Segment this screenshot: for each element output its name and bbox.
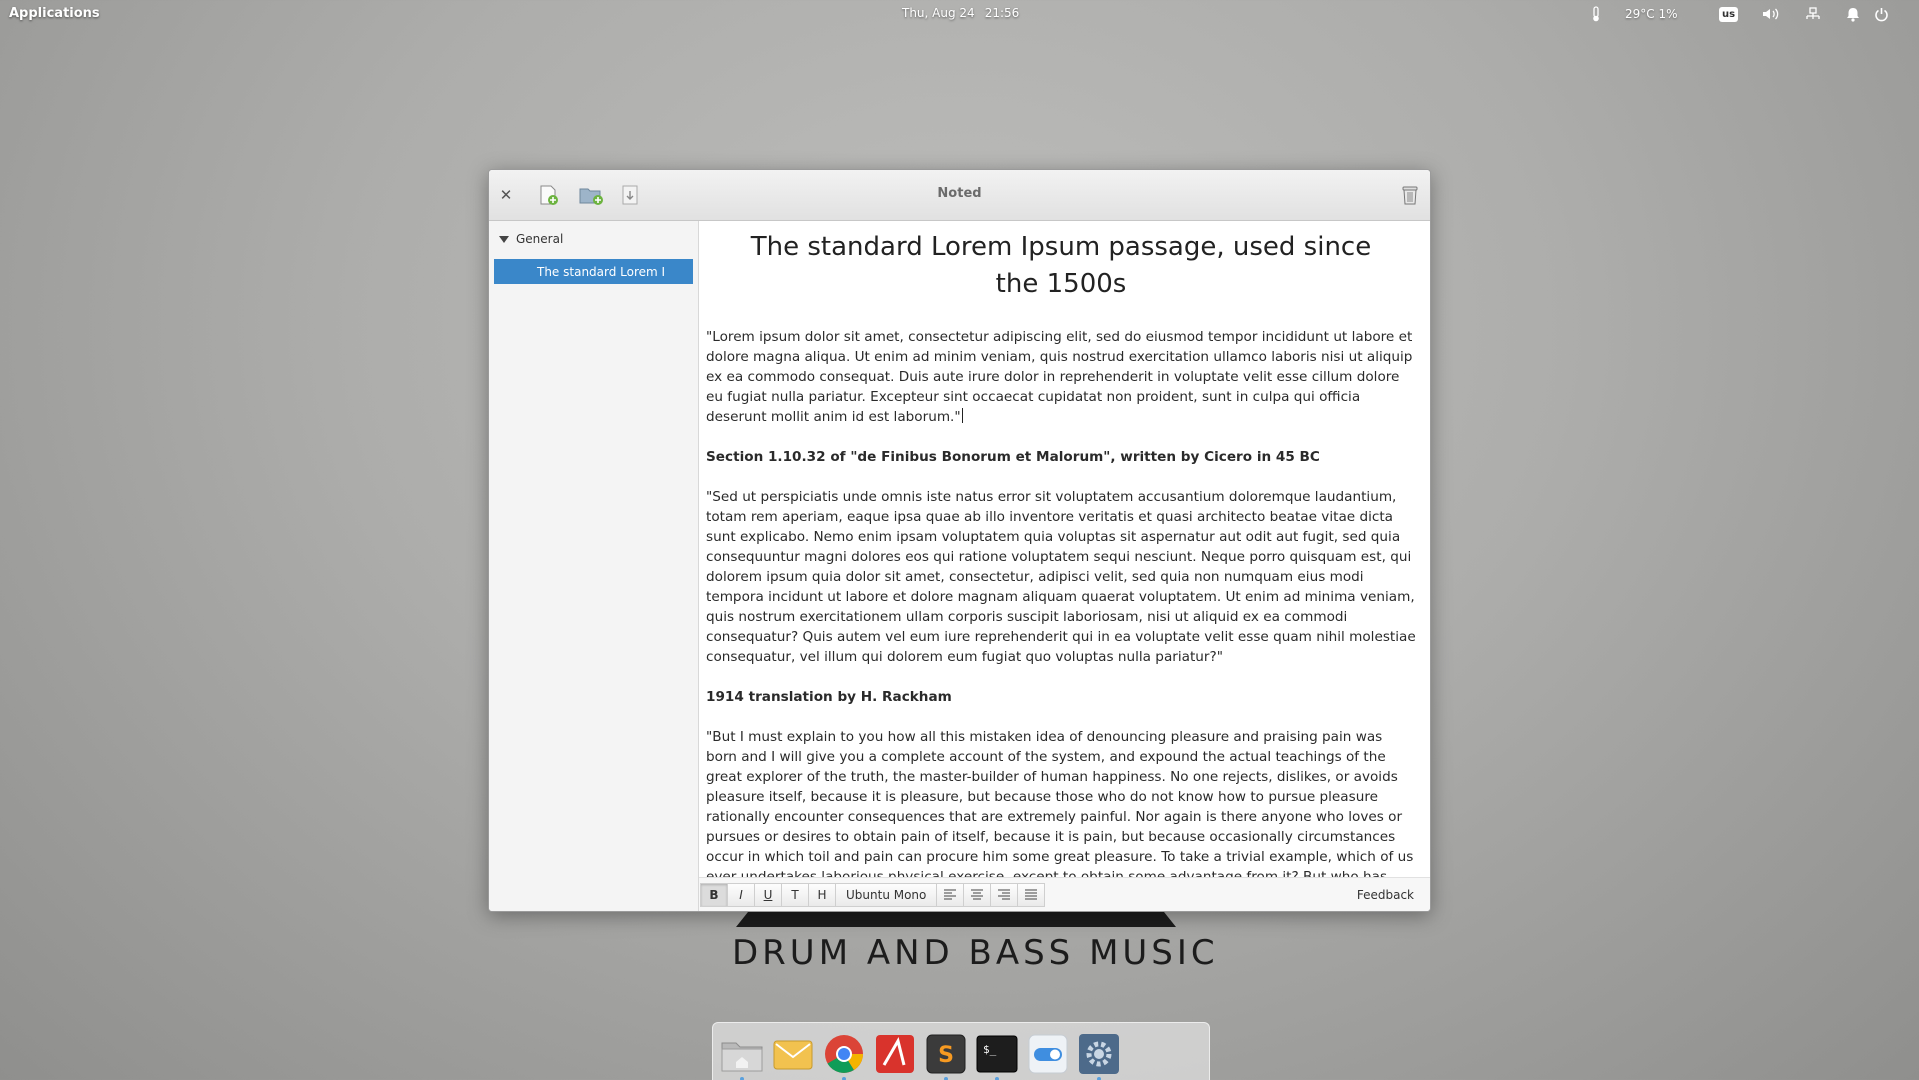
dock-app-red[interactable] bbox=[872, 1031, 918, 1077]
align-right-icon bbox=[998, 889, 1011, 899]
dock-settings[interactable] bbox=[1076, 1031, 1122, 1080]
section-heading-1: Section 1.10.32 of "de Finibus Bonorum e… bbox=[706, 449, 1320, 465]
keyboard-layout-indicator[interactable]: us bbox=[1719, 4, 1739, 24]
align-center-button[interactable] bbox=[963, 882, 992, 907]
underline-button[interactable]: U bbox=[754, 882, 782, 907]
keyboard-layout-label: us bbox=[1719, 6, 1739, 22]
heading-button[interactable]: H bbox=[808, 882, 836, 907]
format-toolbar: B I U T H Ubuntu Mono Feedback bbox=[699, 877, 1430, 911]
time-label: 21:56 bbox=[984, 6, 1020, 20]
network-icon[interactable] bbox=[1803, 4, 1823, 24]
svg-text:$_: $_ bbox=[983, 1043, 997, 1056]
bold-button[interactable]: B bbox=[700, 882, 728, 907]
date-time[interactable]: Thu, Aug 24 21:56 bbox=[902, 6, 1029, 20]
dock-terminal[interactable]: $_ bbox=[974, 1031, 1020, 1080]
terminal-icon: $_ bbox=[976, 1035, 1018, 1073]
align-left-icon bbox=[944, 889, 957, 899]
italic-button[interactable]: I bbox=[727, 882, 755, 907]
paragraph-3: "But I must explain to you how all this … bbox=[706, 729, 1414, 878]
notebook-sidebar: General The standard Lorem I bbox=[489, 221, 699, 911]
align-justify-icon bbox=[1025, 889, 1038, 899]
dock-toggle-app[interactable] bbox=[1025, 1031, 1071, 1077]
power-icon[interactable] bbox=[1871, 4, 1891, 24]
paragraph-1: "Lorem ipsum dolor sit amet, consectetur… bbox=[706, 327, 1416, 427]
sublime-text-icon: S bbox=[926, 1034, 966, 1074]
trash-icon bbox=[1402, 186, 1418, 205]
align-left-button[interactable] bbox=[936, 882, 965, 907]
applications-menu[interactable]: Applications bbox=[9, 6, 100, 21]
dock-mail[interactable] bbox=[770, 1031, 816, 1077]
mail-icon bbox=[773, 1040, 813, 1070]
note-editor[interactable]: The standard Lorem Ipsum passage, used s… bbox=[699, 221, 1430, 878]
svg-text:S: S bbox=[938, 1043, 954, 1068]
dock: S $_ bbox=[712, 1022, 1210, 1080]
note-item-selected[interactable]: The standard Lorem I bbox=[494, 259, 693, 284]
notebook-label: General bbox=[516, 232, 564, 246]
chrome-icon bbox=[825, 1035, 863, 1073]
note-item-label: The standard Lorem I bbox=[537, 264, 666, 279]
thermometer-icon[interactable] bbox=[1589, 4, 1603, 24]
wallpaper-logo-text: DRUM AND BASS MUSIC bbox=[732, 933, 1219, 973]
delete-note-button[interactable] bbox=[1398, 183, 1422, 207]
section-heading-2: 1914 translation by H. Rackham bbox=[706, 689, 952, 705]
document-title: The standard Lorem Ipsum passage, used s… bbox=[750, 232, 1372, 299]
date-label: Thu, Aug 24 bbox=[902, 6, 975, 20]
paragraph-2: "Sed ut perspiciatis unde omnis iste nat… bbox=[706, 489, 1416, 665]
volume-icon[interactable] bbox=[1761, 4, 1781, 24]
align-right-button[interactable] bbox=[990, 882, 1019, 907]
toggle-switch-icon bbox=[1028, 1034, 1068, 1074]
notebook-general[interactable]: General bbox=[499, 232, 563, 246]
top-panel: Applications Thu, Aug 24 21:56 29°C 1% us bbox=[0, 0, 1919, 28]
feedback-link[interactable]: Feedback bbox=[1357, 888, 1414, 902]
align-center-icon bbox=[971, 889, 984, 899]
dock-chrome[interactable] bbox=[821, 1031, 867, 1080]
weather-indicator[interactable]: 29°C 1% bbox=[1625, 4, 1678, 24]
paragraph-1-text: "Lorem ipsum dolor sit amet, consectetur… bbox=[706, 329, 1413, 425]
files-home-icon bbox=[721, 1042, 763, 1072]
font-selector[interactable]: Ubuntu Mono bbox=[835, 882, 938, 907]
dock-sublime-text[interactable]: S bbox=[923, 1031, 969, 1080]
dock-files[interactable] bbox=[719, 1031, 765, 1080]
text-cursor bbox=[961, 408, 963, 423]
notifications-bell-icon[interactable] bbox=[1843, 4, 1863, 24]
gear-icon bbox=[1079, 1034, 1119, 1074]
window-title: Noted bbox=[937, 186, 982, 201]
expand-triangle-icon[interactable] bbox=[499, 235, 509, 243]
red-app-icon bbox=[876, 1035, 914, 1073]
noted-window: ✕ Noted General The standard Lorem I The… bbox=[488, 169, 1431, 912]
text-style-button[interactable]: T bbox=[781, 882, 809, 907]
align-justify-button[interactable] bbox=[1017, 882, 1046, 907]
titlebar[interactable]: ✕ Noted bbox=[489, 170, 1430, 221]
